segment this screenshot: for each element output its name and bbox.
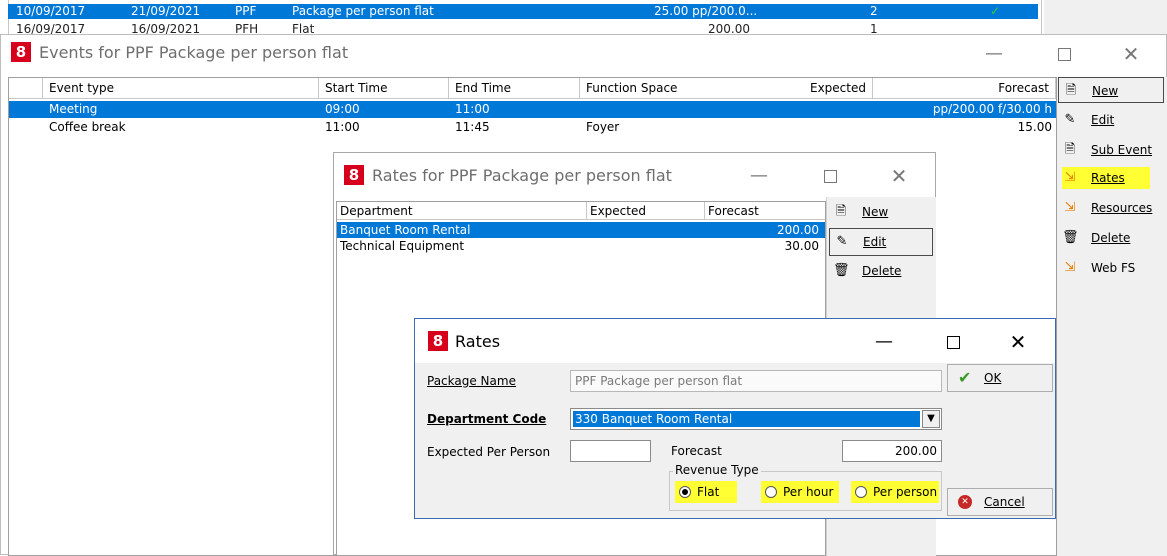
rate-row-banquet-room[interactable]: Banquet Room Rental 200.00 [337, 222, 825, 238]
department-code-select[interactable]: 330 Banquet Room Rental ▼ [570, 408, 942, 430]
check-icon: ✓ [990, 4, 1001, 18]
rates-new-button[interactable]: 🗎 New [829, 199, 929, 225]
column-header-end-time[interactable]: End Time [449, 78, 580, 99]
cancel-icon: ✕ [958, 495, 972, 509]
trash-icon: 🗑 [1062, 230, 1079, 245]
expected-per-person-input[interactable] [570, 440, 651, 462]
events-rates-button[interactable]: ⇲ Rates [1058, 165, 1164, 191]
column-header-start-time[interactable]: Start Time [319, 78, 449, 99]
rates-list-titlebar: 8 Rates for PPF Package per person flat … [334, 153, 935, 197]
edit-icon: ✎ [836, 234, 848, 249]
events-window-title: Events for PPF Package per person flat [39, 43, 349, 62]
close-icon[interactable]: ✕ [1003, 327, 1033, 357]
import-arrow-icon: ⇲ [1064, 170, 1076, 185]
revenue-type-label: Revenue Type [673, 463, 761, 477]
rates-list-window-title: Rates for PPF Package per person flat [372, 166, 672, 185]
ok-button[interactable]: ✔ OK [947, 364, 1053, 392]
cell-end-date: 21/09/2021 [131, 4, 201, 18]
close-icon[interactable]: ✕ [884, 161, 914, 191]
package-name-label: Package Name [427, 374, 516, 388]
cell-start-time: 11:00 [325, 120, 360, 134]
cell-name: Package per person flat [292, 4, 434, 18]
rate-row-technical-equipment[interactable]: Technical Equipment 30.00 [337, 238, 825, 254]
column-header-department[interactable]: Department [337, 202, 587, 220]
cell-start-time: 09:00 [325, 102, 360, 116]
cell-event-type: Coffee break [49, 120, 126, 134]
checkmark-icon: ✔ [958, 368, 972, 387]
cell-end-time: 11:45 [455, 120, 490, 134]
rates-edit-button[interactable]: ✎ Edit [829, 228, 933, 256]
radio-unselected-icon [765, 486, 777, 498]
cancel-button[interactable]: ✕ Cancel [947, 488, 1053, 516]
cell-count: 2 [870, 4, 878, 18]
events-titlebar: 8 Events for PPF Package per person flat… [1, 35, 1166, 75]
cell-rate: 25.00 pp/200.0... [654, 4, 758, 18]
background-panel [1044, 0, 1167, 38]
revenue-type-per-person-radio[interactable]: Per person [851, 481, 939, 503]
event-row-coffee-break[interactable]: Coffee break 11:00 11:45 Foyer 15.00 [9, 119, 1056, 136]
edit-icon: ✎ [1064, 112, 1076, 127]
column-header-expected[interactable]: Expected [587, 202, 705, 220]
revenue-type-per-hour-radio[interactable]: Per hour [761, 481, 839, 503]
events-sub-event-button[interactable]: 🗎 Sub Event [1058, 137, 1164, 163]
column-header-forecast[interactable]: Forecast [872, 78, 1056, 99]
minimize-icon[interactable]: — [744, 161, 774, 191]
new-document-icon: 🗎 [1065, 83, 1077, 98]
radio-selected-icon [679, 486, 691, 498]
cell-forecast: 200.00 [777, 223, 819, 237]
event-row-meeting[interactable]: Meeting 09:00 11:00 pp/200.00 f/30.00 h [9, 101, 1056, 118]
chevron-down-icon[interactable]: ▼ [922, 410, 940, 428]
close-icon[interactable]: ✕ [1116, 39, 1146, 69]
column-header-forecast[interactable]: Forecast [705, 202, 825, 220]
cell-forecast: pp/200.00 f/30.00 h [932, 102, 1052, 116]
import-arrow-icon: ⇲ [1064, 200, 1076, 215]
events-resources-button[interactable]: ⇲ Resources [1058, 195, 1164, 221]
cell-forecast: 30.00 [784, 239, 819, 253]
revenue-type-flat-radio[interactable]: Flat [675, 481, 737, 503]
rates-delete-button[interactable]: 🗑 Delete [829, 258, 929, 284]
new-document-icon: 🗎 [835, 204, 847, 219]
events-edit-button[interactable]: ✎ Edit [1058, 107, 1164, 133]
cell-department: Technical Equipment [340, 239, 465, 253]
cell-event-type: Meeting [49, 102, 98, 116]
department-code-label: Department Code [427, 412, 547, 426]
app-logo-icon: 8 [344, 165, 364, 185]
background-list-row-selected[interactable]: 10/09/2017 21/09/2021 PPF Package per pe… [8, 4, 1038, 19]
import-arrow-icon: ⇲ [1064, 260, 1076, 275]
forecast-input[interactable]: 200.00 [842, 440, 942, 462]
minimize-icon[interactable]: — [979, 39, 1009, 69]
forecast-label: Forecast [671, 444, 722, 458]
cell-end-time: 11:00 [455, 102, 490, 116]
rates-dialog-titlebar: 8 Rates — ✕ [415, 319, 1055, 363]
minimize-icon[interactable]: — [869, 327, 899, 357]
maximize-icon[interactable] [815, 161, 845, 191]
events-delete-button[interactable]: 🗑 Delete [1058, 225, 1164, 251]
cell-function-space: Foyer [586, 120, 620, 134]
trash-icon: 🗑 [833, 263, 850, 278]
cell-forecast: 15.00 [1017, 120, 1052, 134]
app-logo-icon: 8 [11, 42, 31, 62]
maximize-icon[interactable] [938, 327, 968, 357]
column-header-expected[interactable]: Expected [575, 78, 872, 99]
app-logo-icon: 8 [428, 331, 448, 351]
rates-dialog-title: Rates [455, 332, 501, 351]
cell-start-date: 10/09/2017 [16, 4, 86, 18]
cell-code: PPF [235, 4, 257, 18]
cell-department: Banquet Room Rental [340, 223, 471, 237]
column-header-event-type[interactable]: Event type [43, 78, 319, 99]
document-icon: 🗎 [1064, 142, 1076, 157]
radio-unselected-icon [855, 486, 867, 498]
events-web-fs-button[interactable]: ⇲ Web FS [1058, 255, 1164, 281]
events-new-button[interactable]: 🗎 New [1058, 77, 1164, 103]
rates-dialog: 8 Rates — ✕ Package Name PPF Package per… [414, 318, 1056, 519]
maximize-icon[interactable] [1049, 39, 1079, 69]
column-header-indicator [9, 78, 43, 99]
department-code-value: 330 Banquet Room Rental [573, 411, 920, 427]
expected-per-person-label: Expected Per Person [427, 445, 551, 459]
package-name-field[interactable]: PPF Package per person flat [570, 370, 942, 392]
